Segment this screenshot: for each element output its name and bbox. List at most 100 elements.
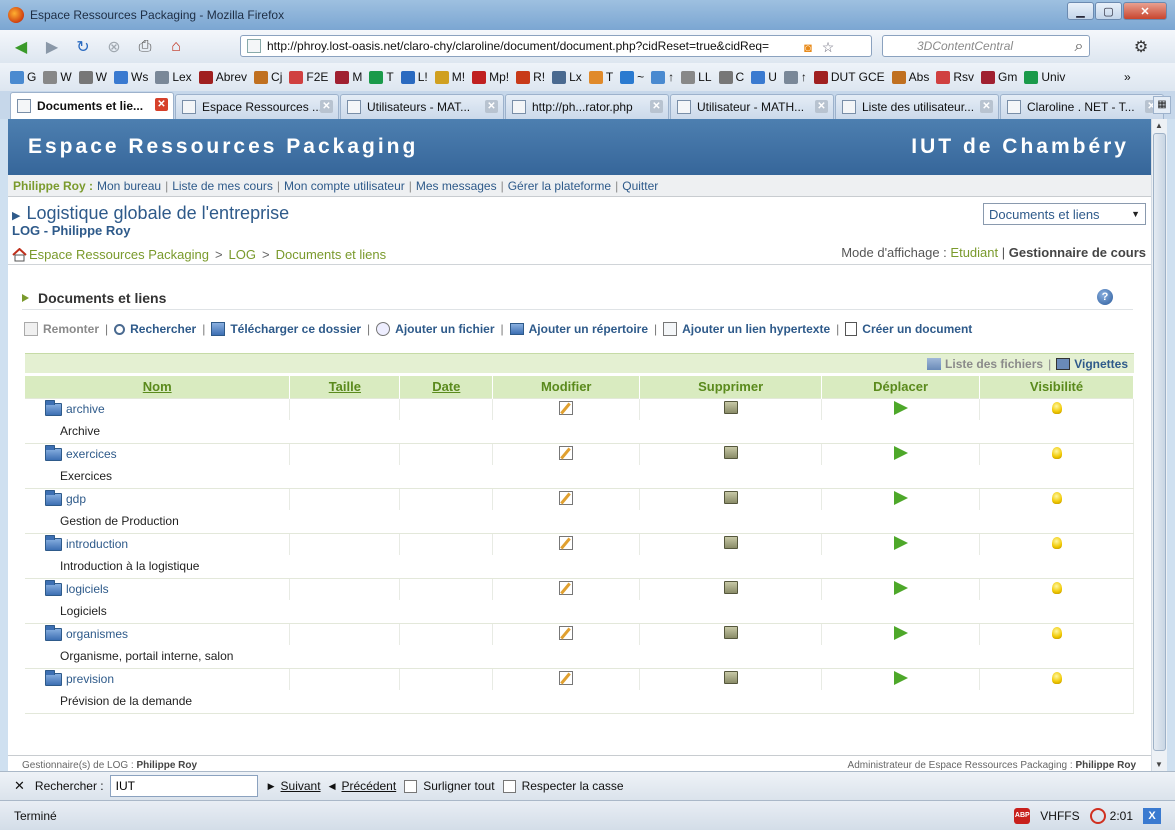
find-next-button[interactable]: ▶ Suivant — [268, 779, 321, 793]
course-title[interactable]: ▶ Logistique globale de l'entreprise — [12, 203, 289, 224]
visibility-bulb-icon[interactable] — [1051, 536, 1062, 549]
folder-name[interactable]: organismes — [66, 627, 128, 641]
user-menu-link[interactable]: Mon bureau — [97, 179, 161, 193]
bookmark-item[interactable]: Cj — [254, 70, 282, 84]
folder-name[interactable]: logiciels — [66, 582, 109, 596]
user-menu-link[interactable]: Mes messages — [416, 179, 497, 193]
up-button[interactable]: Remonter — [24, 322, 99, 336]
browser-tab[interactable]: http://ph...rator.php ✕ — [505, 94, 669, 119]
close-window-button[interactable]: ✕ — [1123, 2, 1167, 20]
bookmark-item[interactable]: M! — [434, 70, 465, 84]
adblock-icon[interactable]: ABP — [1014, 808, 1031, 824]
bookmarks-overflow-button[interactable]: » — [1124, 70, 1131, 84]
delete-icon[interactable] — [723, 671, 738, 685]
move-arrow-icon[interactable] — [893, 535, 908, 550]
search-engine-input[interactable]: 3DContentCentral — [917, 39, 1013, 53]
bookmark-item[interactable]: Lx — [552, 70, 582, 84]
search-engine-box[interactable]: 3DContentCentral — [882, 35, 1090, 57]
edit-icon[interactable] — [559, 400, 574, 415]
stop-icon[interactable]: ⊗ — [101, 35, 127, 59]
move-arrow-icon[interactable] — [893, 670, 908, 685]
close-tab-icon[interactable]: ✕ — [320, 100, 333, 113]
list-all-tabs-button[interactable]: ▦ — [1153, 96, 1171, 114]
bookmark-item[interactable]: R! — [516, 70, 545, 84]
minimize-button[interactable]: ▁ — [1067, 2, 1094, 20]
bookmark-item[interactable]: C — [718, 70, 744, 84]
vertical-scrollbar[interactable]: ▲ ▼ — [1151, 119, 1167, 771]
close-tab-icon[interactable]: ✕ — [155, 98, 168, 111]
url-bar[interactable]: http://phroy.lost-oasis.net/claro-chy/cl… — [240, 35, 872, 57]
delete-icon[interactable] — [723, 491, 738, 505]
bookmark-item[interactable]: Lex — [155, 70, 192, 84]
delete-icon[interactable] — [723, 446, 738, 460]
scrollbar-thumb[interactable] — [1153, 133, 1166, 751]
bookmark-item[interactable]: Ws — [114, 70, 148, 84]
close-tab-icon[interactable]: ✕ — [650, 100, 663, 113]
institution-name[interactable]: IUT de Chambéry — [911, 135, 1129, 159]
move-arrow-icon[interactable] — [893, 580, 908, 595]
print-icon[interactable]: ⎙ — [132, 35, 158, 59]
forward-icon[interactable]: ▶ — [39, 35, 65, 59]
search-button[interactable]: Rechercher — [114, 322, 196, 336]
folder-name[interactable]: archive — [66, 402, 105, 416]
folder-name[interactable]: prevision — [66, 672, 114, 686]
col-date[interactable]: Date — [399, 376, 494, 398]
close-tab-icon[interactable]: ✕ — [485, 100, 498, 113]
breadcrumb-item-site[interactable]: Espace Ressources Packaging — [29, 247, 209, 262]
browser-tab[interactable]: Claroline . NET - T... ✕ — [1000, 94, 1164, 119]
bookmark-item[interactable]: M — [335, 70, 362, 84]
bookmark-item[interactable]: DUT GCE — [813, 70, 885, 84]
help-icon[interactable]: ? — [1097, 289, 1113, 305]
bookmark-item[interactable]: LL — [681, 70, 712, 84]
create-document-button[interactable]: Créer un document — [845, 322, 972, 336]
visibility-bulb-icon[interactable] — [1051, 581, 1062, 594]
bookmark-item[interactable]: G — [10, 70, 36, 84]
bookmark-item[interactable]: ↑ — [783, 70, 807, 84]
visibility-bulb-icon[interactable] — [1051, 626, 1062, 639]
bookmark-item[interactable]: Univ — [1024, 70, 1065, 84]
visibility-bulb-icon[interactable] — [1051, 491, 1062, 504]
bookmark-item[interactable]: U — [751, 70, 777, 84]
edit-icon[interactable] — [559, 580, 574, 595]
bookmark-item[interactable]: T — [588, 70, 613, 84]
breadcrumb-item-course[interactable]: LOG — [229, 247, 256, 262]
find-previous-button[interactable]: ◀ Précédent — [329, 779, 397, 793]
add-directory-button[interactable]: Ajouter un répertoire — [509, 322, 648, 336]
bookmark-item[interactable]: W — [43, 70, 72, 84]
folder-link[interactable]: organismes — [45, 624, 289, 641]
bookmark-item[interactable]: Rsv — [936, 70, 974, 84]
search-magnifier-icon[interactable]: ⌕ — [1066, 35, 1092, 59]
find-input[interactable] — [109, 775, 258, 797]
keyboard-layout-icon[interactable]: X — [1143, 808, 1161, 824]
user-menu-link[interactable]: Mon compte utilisateur — [284, 179, 405, 193]
folder-link[interactable]: archive — [45, 399, 289, 416]
match-case-checkbox[interactable]: Respecter la casse — [502, 779, 624, 793]
bookmark-star-icon[interactable]: ☆ — [815, 35, 841, 59]
browser-tab[interactable]: Utilisateur - MATH... ✕ — [670, 94, 834, 119]
footer-admin-name[interactable]: Philippe Roy — [1075, 760, 1136, 771]
col-name[interactable]: Nom — [25, 376, 291, 398]
home-icon[interactable]: ⌂ — [163, 35, 189, 59]
close-tab-icon[interactable]: ✕ — [980, 100, 993, 113]
move-arrow-icon[interactable] — [893, 625, 908, 640]
folder-name[interactable]: introduction — [66, 537, 128, 551]
thumbnails-view-link[interactable]: Vignettes — [1056, 357, 1128, 371]
folder-link[interactable]: gdp — [45, 489, 289, 506]
add-link-button[interactable]: Ajouter un lien hypertexte — [663, 322, 830, 336]
bookmark-item[interactable]: Gm — [981, 70, 1017, 84]
folder-link[interactable]: exercices — [45, 444, 289, 461]
edit-icon[interactable] — [559, 490, 574, 505]
tool-select[interactable]: Documents et liens ▼ — [983, 203, 1146, 225]
user-menu-link[interactable]: Quitter — [622, 179, 658, 193]
folder-link[interactable]: logiciels — [45, 579, 289, 596]
col-size[interactable]: Taille — [289, 376, 401, 398]
browser-tab[interactable]: Documents et lie... ✕ — [10, 92, 174, 119]
bookmark-item[interactable]: W — [78, 70, 107, 84]
bookmark-item[interactable]: Abrev — [198, 70, 247, 84]
user-menu-link[interactable]: Liste de mes cours — [172, 179, 273, 193]
scroll-down-icon[interactable]: ▼ — [1155, 760, 1163, 769]
footer-managers-name[interactable]: Philippe Roy — [137, 760, 198, 771]
move-arrow-icon[interactable] — [893, 400, 908, 415]
back-icon[interactable]: ◀ — [8, 35, 34, 59]
course-title-text[interactable]: Logistique globale de l'entreprise — [26, 203, 289, 223]
